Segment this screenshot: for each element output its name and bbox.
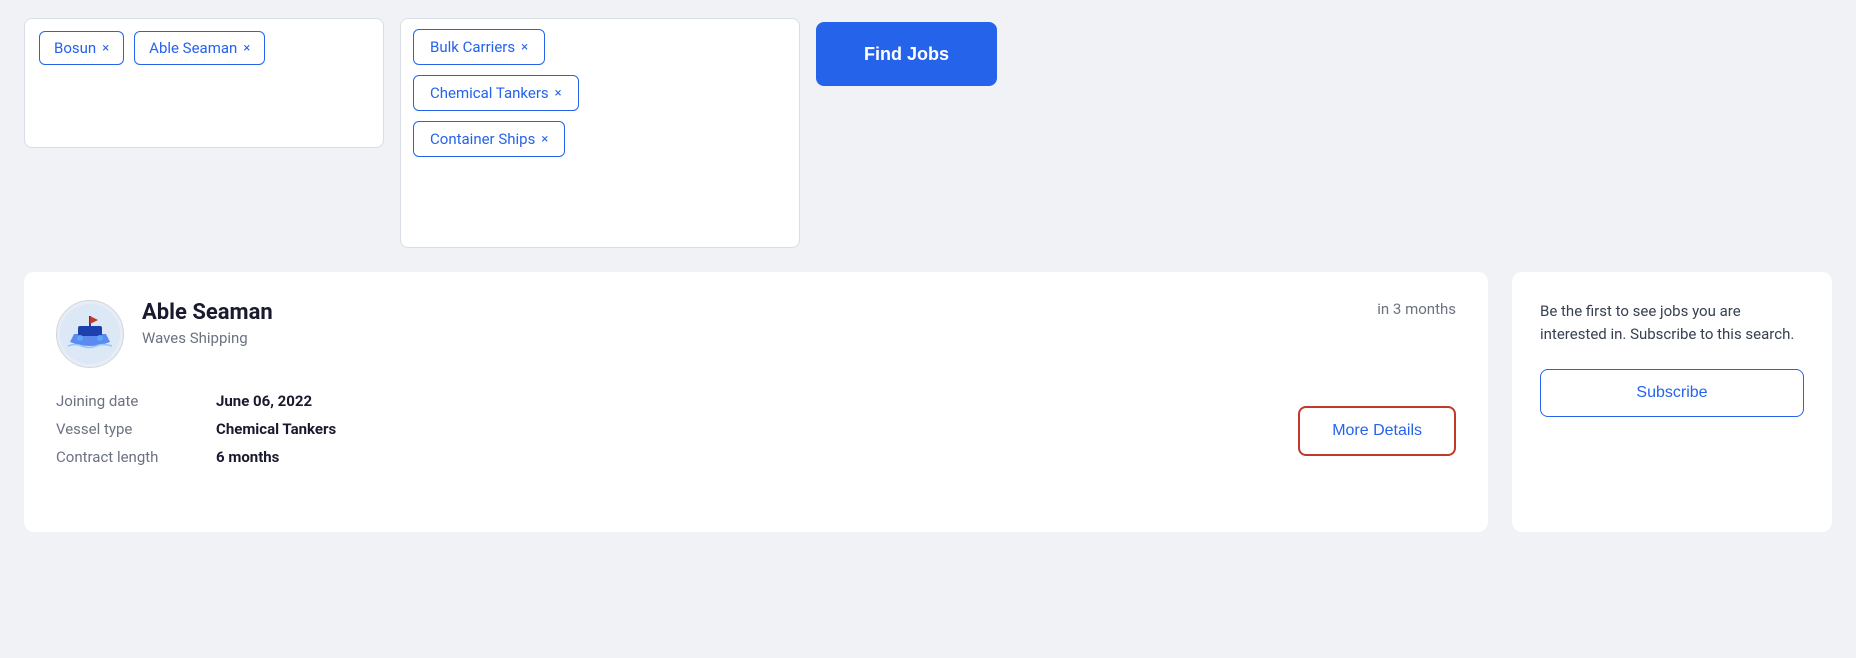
vessel-type-label: Vessel type [56,420,216,438]
bosun-tag-label: Bosun [54,39,96,57]
find-jobs-button[interactable]: Find Jobs [816,22,997,86]
listing-area: Able Seaman Waves Shipping in 3 months J… [24,272,1832,532]
bosun-tag[interactable]: Bosun × [39,31,124,65]
contract-length-label: Contract length [56,448,216,466]
job-timing: in 3 months [1377,300,1456,318]
job-details: Joining date June 06, 2022 Vessel type C… [56,392,1456,466]
job-header: Able Seaman Waves Shipping in 3 months [56,300,1456,368]
avatar [56,300,124,368]
subscribe-panel: Be the first to see jobs you are interes… [1512,272,1832,532]
bosun-tag-close[interactable]: × [102,42,109,55]
job-title: Able Seaman [142,300,1359,325]
job-company: Waves Shipping [142,329,1359,347]
able-seaman-tag-close[interactable]: × [243,42,250,55]
subscribe-button[interactable]: Subscribe [1540,369,1804,417]
vessel-selector-wrap: Bulk Carriers × Chemical Tankers × Conta… [400,18,800,248]
more-details-button[interactable]: More Details [1298,406,1456,456]
vessel-type-value: Chemical Tankers [216,420,1456,438]
joining-date-label: Joining date [56,392,216,410]
role-tags-box: Bosun × Able Seaman × [24,18,384,148]
able-seaman-tag[interactable]: Able Seaman × [134,31,265,65]
bulk-carriers-close[interactable]: × [521,40,528,55]
contract-length-value: 6 months [216,448,1456,466]
bulk-carriers-tag[interactable]: Bulk Carriers × [413,29,545,65]
chemical-tankers-close[interactable]: × [555,86,562,101]
joining-date-value: June 06, 2022 [216,392,1456,410]
job-card: Able Seaman Waves Shipping in 3 months J… [24,272,1488,532]
vessel-selector[interactable]: Bulk Carriers × Chemical Tankers × Conta… [400,18,800,248]
job-title-wrap: Able Seaman Waves Shipping [142,300,1359,347]
bulk-carriers-label: Bulk Carriers [430,38,515,56]
container-ships-tag[interactable]: Container Ships × [413,121,565,157]
chemical-tankers-label: Chemical Tankers [430,84,549,102]
able-seaman-tag-label: Able Seaman [149,39,237,57]
chemical-tankers-tag[interactable]: Chemical Tankers × [413,75,579,111]
subscribe-text: Be the first to see jobs you are interes… [1540,300,1804,345]
search-area: Bosun × Able Seaman × Bulk Carriers × Ch… [24,18,1832,248]
container-ships-label: Container Ships [430,130,535,148]
container-ships-close[interactable]: × [541,132,548,147]
